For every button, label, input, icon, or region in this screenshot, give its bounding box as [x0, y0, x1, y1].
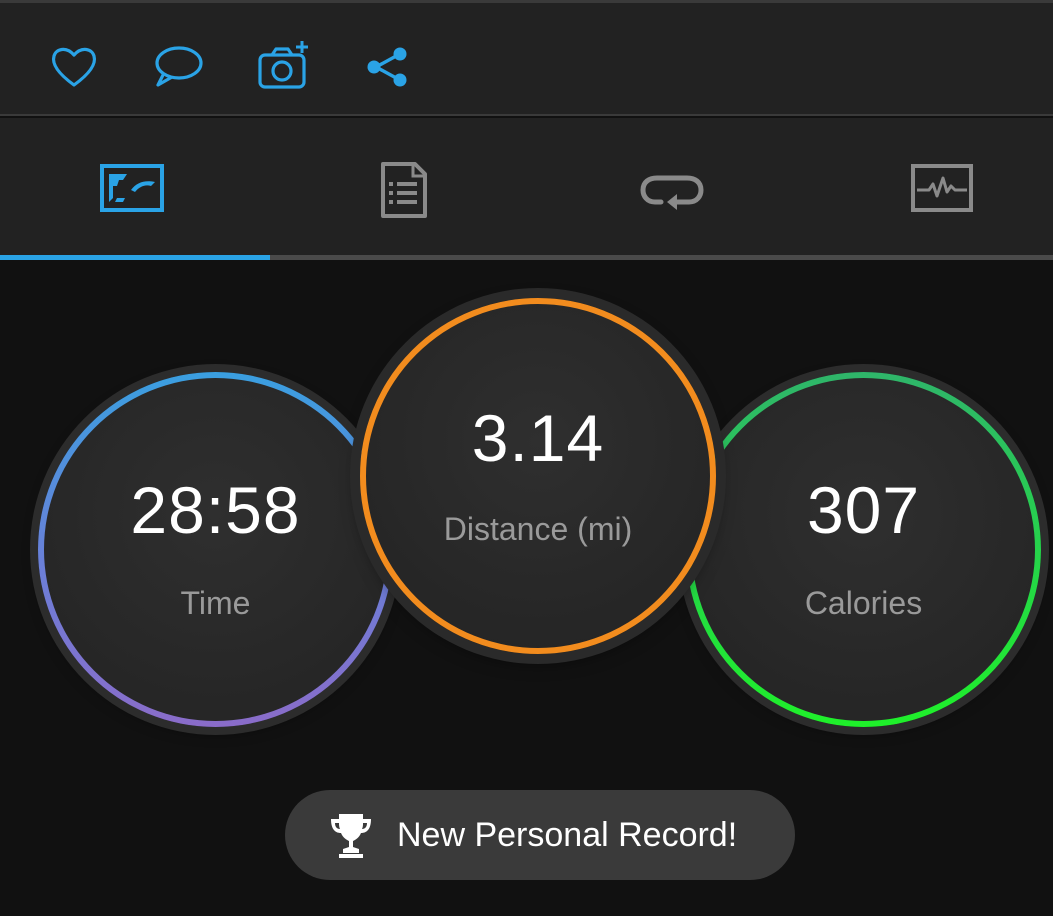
calories-stat-circle[interactable]: 307 Calories	[686, 372, 1041, 727]
distance-value: 3.14	[471, 400, 605, 475]
add-photo-button[interactable]	[256, 39, 312, 95]
comment-button[interactable]	[150, 39, 206, 95]
distance-label: Distance (mi)	[443, 510, 633, 547]
calories-value: 307	[806, 473, 921, 547]
personal-record-badge[interactable]: New Personal Record!	[285, 790, 795, 880]
calories-label: Calories	[804, 585, 923, 621]
tab-bar	[0, 118, 1053, 260]
action-bar-divider	[0, 114, 1053, 116]
distance-stat-circle[interactable]: 3.14 Distance (mi)	[360, 298, 716, 654]
tab-active-indicator	[0, 255, 270, 260]
share-button[interactable]	[360, 39, 416, 95]
map-overview-icon	[99, 164, 164, 212]
share-icon	[367, 47, 407, 87]
heart-icon	[51, 47, 97, 87]
time-label: Time	[180, 585, 251, 621]
comment-icon	[155, 46, 203, 87]
time-stat-circle[interactable]: 28:58 Time	[38, 372, 393, 727]
camera-add-icon	[258, 41, 308, 89]
personal-record-text: New Personal Record!	[397, 815, 738, 854]
action-bar	[0, 0, 1053, 116]
tab-overview[interactable]	[0, 118, 263, 260]
like-button[interactable]	[46, 39, 102, 95]
details-document-icon	[380, 162, 427, 218]
laps-loop-icon	[639, 175, 704, 210]
tab-laps[interactable]	[540, 118, 803, 260]
trophy-icon	[331, 814, 371, 858]
time-value: 28:58	[130, 473, 301, 547]
chart-activity-icon	[910, 164, 973, 212]
activity-summary-screen: 28:58 Time 307 Calories 3.14 Distance (m…	[0, 0, 1053, 916]
tab-charts[interactable]	[810, 118, 1053, 260]
tab-details[interactable]	[272, 118, 535, 260]
